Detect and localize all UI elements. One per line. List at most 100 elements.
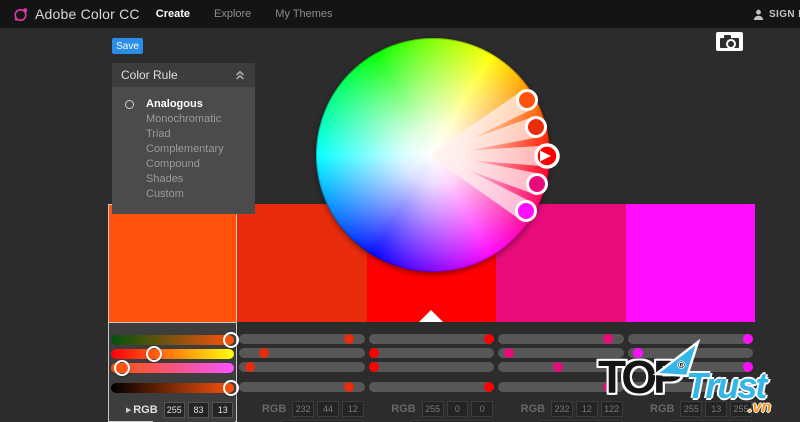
wheel-marker-1[interactable] <box>516 89 538 111</box>
brand-name: Adobe Color CC <box>35 6 140 22</box>
rule-option-label: Triad <box>146 128 171 140</box>
rgb-value-r[interactable]: 255 <box>163 402 185 418</box>
top-nav: Adobe Color CC Create Explore My Themes SI… <box>0 0 800 28</box>
signin-button[interactable]: SIGN IN <box>753 0 800 28</box>
rgb-label: RGB <box>133 404 158 416</box>
rule-option-compound[interactable]: Compound <box>112 157 255 172</box>
rgb-value-row: ▶RGB25500 <box>367 401 496 417</box>
rgb-value-r[interactable]: 255 <box>421 401 444 417</box>
rule-option-label: Custom <box>146 188 184 200</box>
brightness-slider-dot[interactable] <box>484 382 495 392</box>
brightness-slider[interactable] <box>627 382 753 392</box>
rgb-value-r[interactable]: 232 <box>292 401 315 417</box>
color-rule-header[interactable]: Color Rule <box>112 63 255 87</box>
color-rule-options: Analogous Monochromatic Triad Complementary… <box>112 87 255 214</box>
rgb-value-g[interactable]: 13 <box>705 401 728 417</box>
rgb-value-row: ▶RGB25513255 <box>626 401 755 417</box>
rule-option-label: Shades <box>146 173 184 185</box>
rule-option-complementary[interactable]: Complementary <box>112 142 255 157</box>
blue-slider[interactable] <box>627 362 753 372</box>
rule-option-shades[interactable]: Shades <box>112 172 255 187</box>
rule-option-label: Monochromatic <box>146 113 222 125</box>
brightness-slider[interactable] <box>368 382 495 392</box>
red-slider[interactable] <box>111 335 235 345</box>
blue-slider[interactable] <box>368 362 495 372</box>
red-slider[interactable] <box>368 334 495 344</box>
nav-tab-my-themes[interactable]: My Themes <box>275 8 332 20</box>
blue-slider-handle[interactable] <box>113 360 130 376</box>
rgb-value-g[interactable]: 12 <box>575 401 598 417</box>
color-wheel-markers[interactable] <box>316 38 560 272</box>
slider-group <box>496 334 625 394</box>
wheel-marker-5[interactable] <box>515 200 537 222</box>
rule-option-label: Complementary <box>146 143 224 155</box>
rgb-value-r[interactable]: 255 <box>680 401 703 417</box>
signin-label: SIGN IN <box>768 8 800 20</box>
color-rule-title: Color Rule <box>121 68 178 82</box>
slider-group <box>367 334 496 394</box>
rgb-value-b[interactable]: 255 <box>730 401 752 417</box>
expand-arrow-icon[interactable]: ▶ <box>126 406 133 414</box>
color-swatch-5[interactable] <box>625 204 755 322</box>
red-slider-dot[interactable] <box>742 334 753 344</box>
rgb-label: RGB <box>261 403 287 415</box>
rule-option-label: Analogous <box>146 98 203 110</box>
rgb-value-b[interactable]: 0 <box>471 401 494 417</box>
slider-group <box>237 334 366 394</box>
red-slider-dot[interactable] <box>484 334 495 344</box>
color-swatch-1[interactable] <box>108 204 238 323</box>
color-column-5: ▶RGB25513255 <box>625 204 755 422</box>
green-slider[interactable] <box>627 348 753 358</box>
slider-group <box>626 334 755 394</box>
camera-button[interactable] <box>716 32 743 51</box>
color-wheel-logo-icon <box>14 7 28 21</box>
green-slider[interactable] <box>368 348 495 358</box>
rgb-value-g[interactable]: 44 <box>317 401 339 417</box>
collapse-chevron-icon[interactable] <box>234 70 246 81</box>
radio-selected-icon <box>125 100 134 109</box>
rgb-value-g[interactable]: 83 <box>187 402 210 418</box>
slider-group <box>109 332 240 396</box>
rgb-value-row: ▶RGB23212122 <box>496 401 625 417</box>
brightness-slider[interactable] <box>111 383 235 393</box>
rgb-value-r[interactable]: 232 <box>551 401 573 417</box>
wheel-marker-2[interactable] <box>525 116 547 138</box>
green-slider-dot[interactable] <box>368 348 379 358</box>
nav-tab-create[interactable]: Create <box>156 8 190 20</box>
rgb-value-b[interactable]: 122 <box>600 401 623 417</box>
blue-slider-dot[interactable] <box>368 362 379 372</box>
green-slider-dot[interactable] <box>503 348 514 358</box>
base-color-indicator <box>419 310 444 322</box>
rgb-value-g[interactable]: 0 <box>446 401 469 417</box>
nav-tabs: Create Explore My Themes <box>156 8 333 20</box>
rgb-value-row: ▶ RGB 255 83 13 <box>109 402 236 418</box>
green-slider[interactable] <box>111 349 235 359</box>
adobe-color-app: Adobe Color CC Create Explore My Themes SI… <box>0 0 800 422</box>
rgb-value-row: ▶RGB2324412 <box>237 401 366 417</box>
rgb-value-b[interactable]: 13 <box>212 402 234 418</box>
green-slider[interactable] <box>239 348 365 358</box>
brand[interactable]: Adobe Color CC <box>13 6 140 22</box>
nav-tab-explore[interactable]: Explore <box>214 8 251 20</box>
rgb-label: RGB <box>391 403 416 415</box>
blue-slider[interactable] <box>239 362 365 372</box>
blue-slider-dot[interactable] <box>742 362 753 372</box>
color-rule-panel: Color Rule Analogous Monochromatic Triad Co… <box>112 63 255 214</box>
red-slider[interactable] <box>627 334 753 344</box>
save-button[interactable]: Save <box>112 38 143 54</box>
rgb-label: RGB <box>650 403 675 415</box>
rule-option-label: Compound <box>146 158 200 170</box>
blue-slider-dot[interactable] <box>244 362 255 372</box>
green-slider[interactable] <box>498 348 624 358</box>
brightness-slider-dot[interactable] <box>742 382 753 392</box>
wheel-marker-4[interactable] <box>526 173 548 195</box>
rgb-value-b[interactable]: 12 <box>341 401 364 417</box>
rule-option-analogous[interactable]: Analogous <box>112 97 255 112</box>
rule-option-monochromatic[interactable]: Monochromatic <box>112 112 255 127</box>
rule-option-triad[interactable]: Triad <box>112 127 255 142</box>
save-label: Save <box>116 40 139 52</box>
user-icon <box>753 9 764 20</box>
rgb-label: RGB <box>520 403 546 415</box>
green-slider-handle[interactable] <box>145 346 162 362</box>
rule-option-custom[interactable]: Custom <box>112 187 255 202</box>
